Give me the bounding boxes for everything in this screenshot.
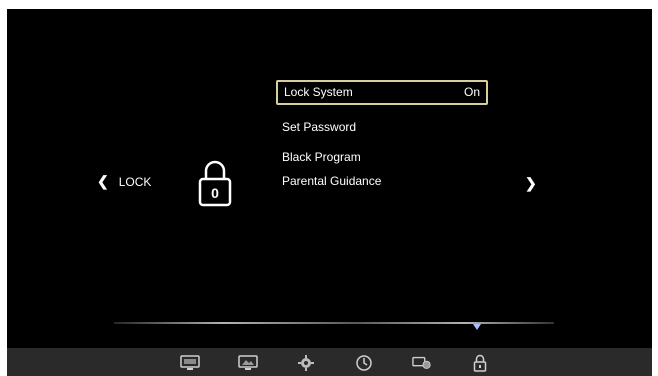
clock-icon[interactable]: [354, 354, 374, 372]
chevron-left-icon: ❮: [97, 173, 109, 189]
nav-prev-label: LOCK: [118, 174, 152, 189]
lock-icon-large: 0: [198, 160, 232, 207]
screen-icon[interactable]: [238, 354, 258, 372]
position-indicator-icon: [473, 324, 481, 330]
lock-icon[interactable]: [470, 354, 490, 372]
settings-icon[interactable]: [296, 354, 316, 372]
lock-digit: 0: [211, 185, 219, 201]
menu-item-label: Parental Guidance: [282, 174, 382, 188]
menu-item-value: On: [463, 85, 480, 99]
menu-item-black-program[interactable]: Black Program: [276, 146, 488, 168]
menu-item-lock-system[interactable]: Lock System On: [276, 80, 488, 105]
lock-menu: Lock System On Set Password Black Progra…: [276, 80, 488, 192]
bottom-icon-row: [180, 353, 490, 373]
menu-item-label: Lock System: [284, 85, 353, 99]
menu-item-label: Set Password: [282, 120, 357, 134]
progress-divider: [114, 322, 554, 324]
nav-prev-lock[interactable]: ❮ LOCK: [97, 173, 151, 190]
menu-item-set-password[interactable]: Set Password: [276, 116, 488, 138]
nav-next[interactable]: ❯: [525, 175, 537, 192]
menu-item-label: Black Program: [282, 150, 361, 164]
chevron-right-icon: ❯: [525, 175, 537, 191]
picture-icon[interactable]: [180, 354, 200, 372]
option-icon[interactable]: [412, 354, 432, 372]
menu-item-parental-guidance[interactable]: Parental Guidance: [276, 170, 488, 192]
